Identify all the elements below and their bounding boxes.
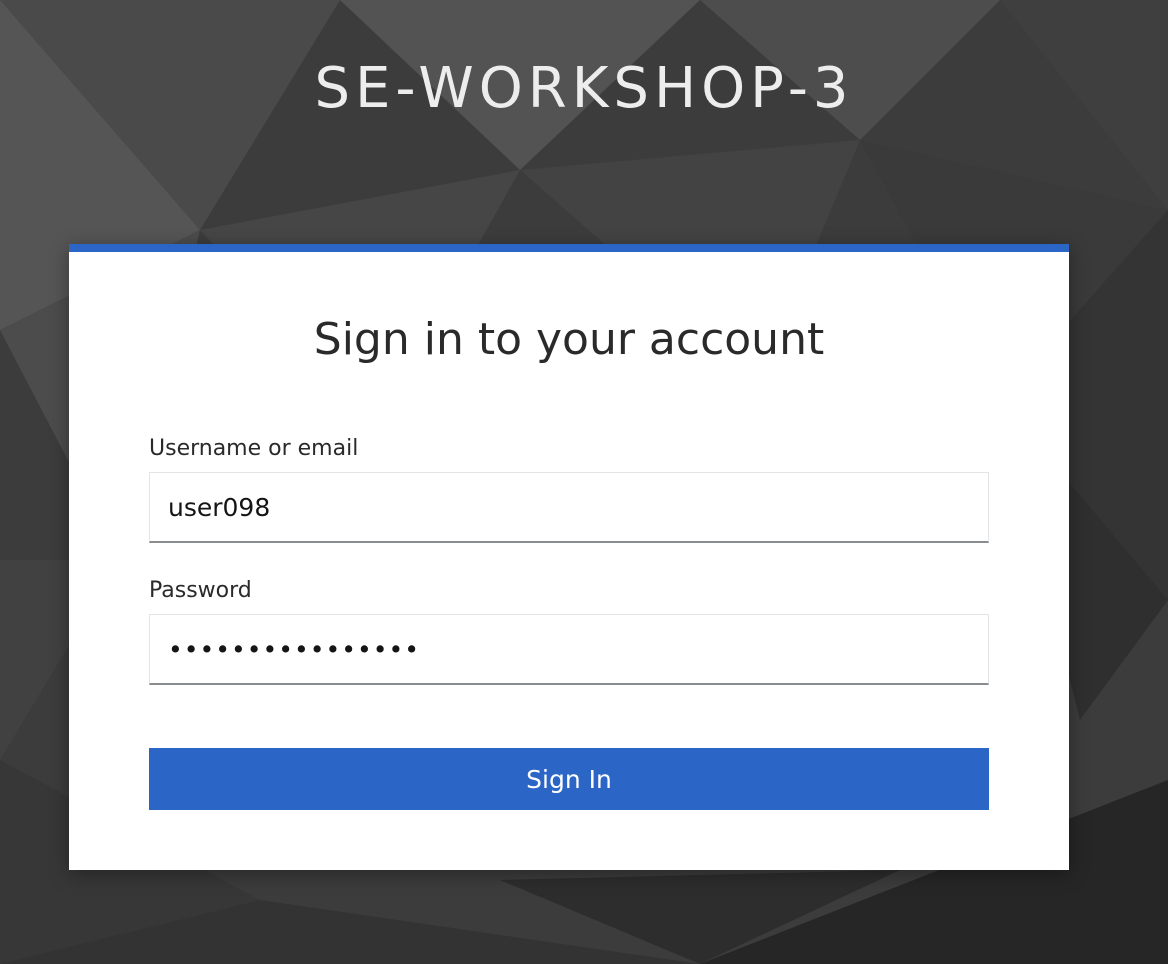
login-card: Sign in to your account Username or emai… <box>69 244 1069 870</box>
password-label: Password <box>149 578 252 603</box>
password-input[interactable] <box>149 614 989 685</box>
sign-in-button[interactable]: Sign In <box>149 748 989 810</box>
username-input[interactable] <box>149 472 989 543</box>
realm-title: SE-WORKSHOP-3 <box>314 56 854 121</box>
login-heading: Sign in to your account <box>313 314 825 365</box>
login-page: SE-WORKSHOP-3 Sign in to your account Us… <box>0 0 1168 964</box>
username-label: Username or email <box>149 436 359 461</box>
